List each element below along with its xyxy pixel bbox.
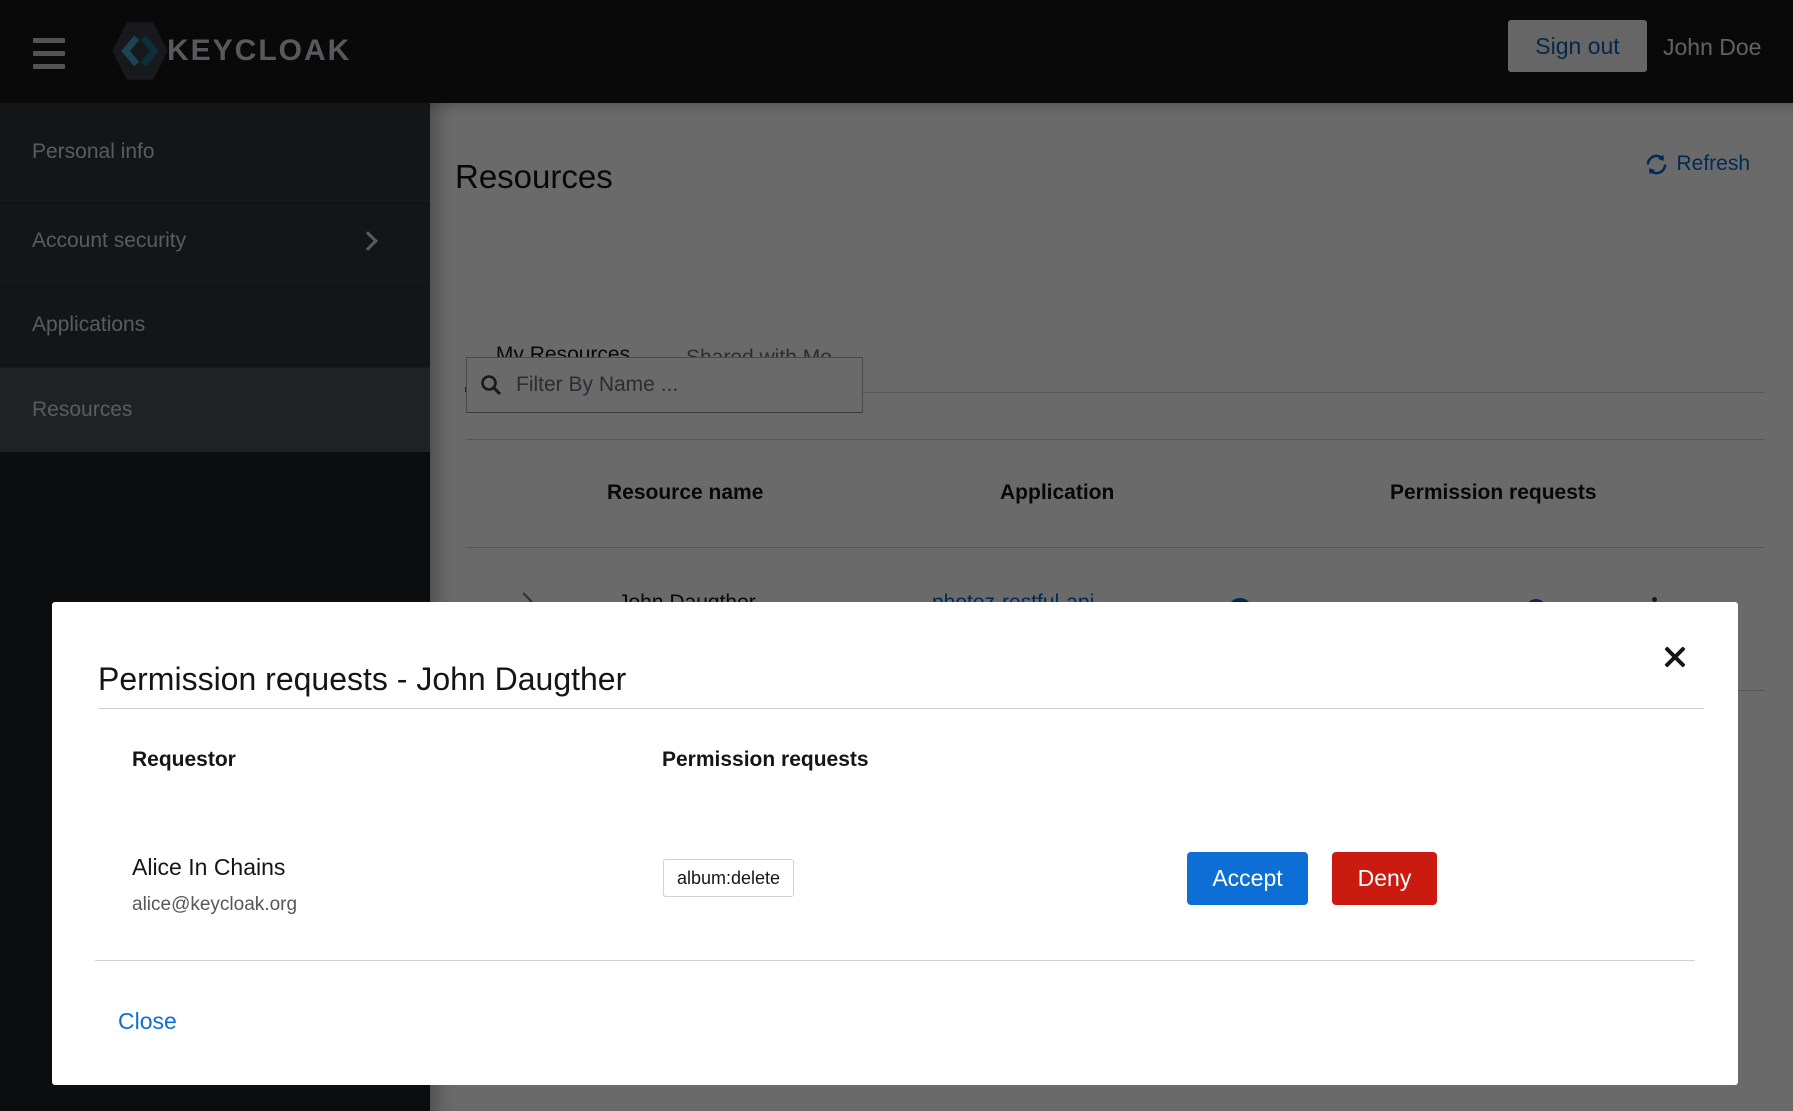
close-icon[interactable] — [1662, 644, 1688, 670]
deny-button[interactable]: Deny — [1332, 852, 1437, 905]
accept-button[interactable]: Accept — [1187, 852, 1308, 905]
modal-title: Permission requests - John Daugther — [98, 661, 626, 698]
requestor-email: alice@keycloak.org — [132, 894, 297, 916]
permission-requests-modal: Permission requests - John Daugther Requ… — [52, 602, 1738, 1085]
requestor-name: Alice In Chains — [132, 854, 285, 881]
modal-footer-divider — [95, 960, 1695, 961]
keycloak-account-console: KEYCLOAK Sign out John Doe Personal info… — [0, 0, 1793, 1111]
modal-column-permission-requests: Permission requests — [662, 748, 869, 772]
modal-column-requestor: Requestor — [132, 748, 236, 772]
close-link[interactable]: Close — [118, 1008, 177, 1035]
permission-chip: album:delete — [663, 859, 794, 897]
modal-header-divider — [98, 708, 1704, 709]
